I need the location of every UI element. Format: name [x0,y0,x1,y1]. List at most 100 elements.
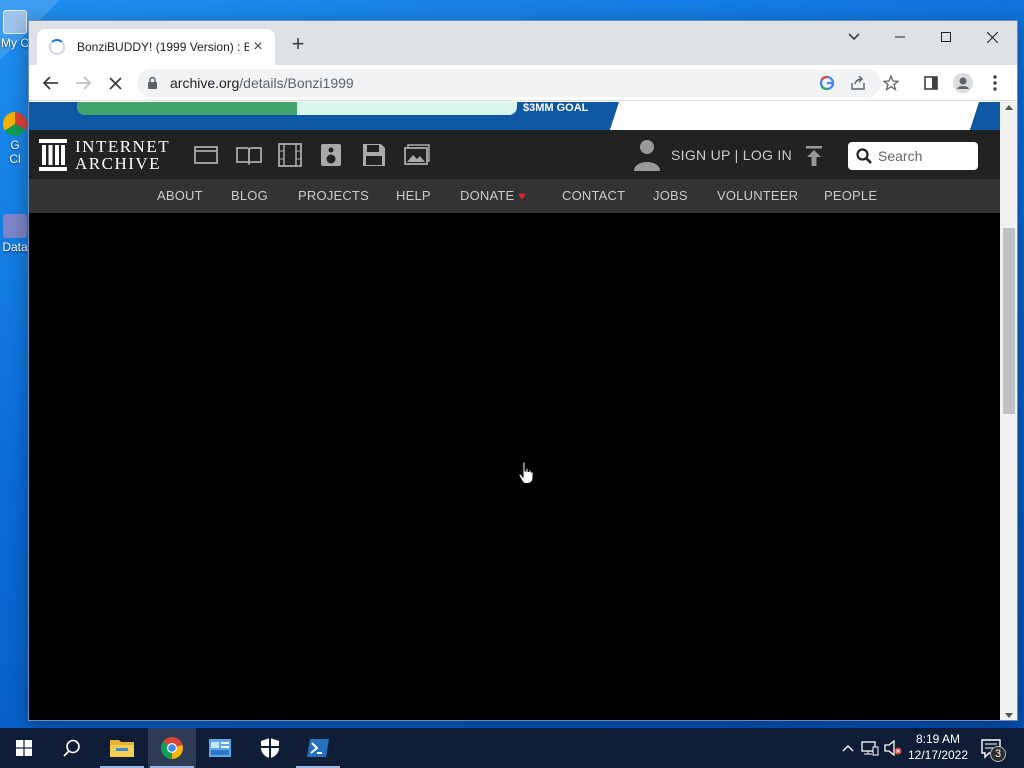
close-window-button[interactable] [969,21,1015,53]
nav-jobs[interactable]: JOBS [653,179,688,213]
profile-button[interactable] [949,69,977,97]
software-icon[interactable] [362,142,404,168]
show-hidden-icons-button[interactable] [838,744,858,752]
user-menu[interactable]: SIGN UP | LOG IN [633,139,792,171]
texts-icon[interactable] [236,142,278,168]
maximize-button[interactable] [923,21,969,53]
windows-security-icon [261,738,279,758]
tab-strip: BonziBUDDY! (1999 Version) : Bo × + [29,21,1017,65]
minimize-button[interactable] [877,21,923,53]
volume-button[interactable] [882,740,904,756]
images-icon[interactable] [404,142,446,168]
internet-archive-logo[interactable]: INTERNET ARCHIVE [39,138,170,172]
desktop-icon-chrome[interactable]: G Cl [0,112,30,166]
address-bar[interactable]: archive.org/details/Bonzi1999 [137,69,881,97]
scroll-down-arrow-icon[interactable] [1005,713,1013,718]
powershell-icon [307,739,329,757]
tab-search-button[interactable] [831,21,877,53]
theater-area[interactable] [29,213,1000,720]
share-icon[interactable] [849,74,867,92]
url-text: archive.org/details/Bonzi1999 [170,75,354,91]
new-tab-button[interactable]: + [286,33,310,57]
taskbar-search-button[interactable] [48,728,96,768]
loading-spinner-icon [49,39,65,55]
video-icon[interactable] [278,142,320,168]
sign-up-log-in-link[interactable]: SIGN UP | LOG IN [671,147,792,163]
nav-donate[interactable]: DONATE ♥ [460,179,526,213]
audio-icon[interactable] [320,142,362,168]
ia-top-nav: INTERNET ARCHIVE SIGN UP | LOG IN Search [29,130,1000,179]
search-icon [63,739,80,757]
control-panel-icon [209,739,231,757]
bookmark-star-button[interactable] [877,69,905,97]
forward-arrow-icon [76,76,91,90]
file-explorer-icon [110,740,134,757]
nav-contact[interactable]: CONTACT [562,179,625,213]
notification-center-button[interactable]: 3 [978,734,1008,764]
site-search-box[interactable] [848,142,978,170]
nav-donate-label: DONATE [460,188,515,203]
taskbar-chrome[interactable] [148,728,196,768]
nav-help[interactable]: HELP [396,179,431,213]
nav-about[interactable]: ABOUT [157,179,203,213]
scroll-up-arrow-icon[interactable] [1005,105,1013,110]
maximize-icon [941,32,951,42]
media-icons [194,142,446,168]
page-viewport: $3MM GOAL INTERNET ARCHIVE SIGN UP | LOG… [29,102,1000,720]
back-button[interactable] [37,69,65,97]
search-icon [856,148,872,164]
hand-cursor-icon [518,461,534,484]
system-clock[interactable]: 8:19 AM 12/17/2022 [904,731,972,763]
taskbar-control-panel[interactable] [196,728,244,768]
desktop-icon-label: My C [1,36,29,50]
upload-icon[interactable] [805,145,823,172]
clock-date: 12/17/2022 [907,748,969,762]
chevron-up-icon [842,745,854,752]
minimize-icon [895,36,905,38]
heart-icon: ♥ [518,189,526,203]
chrome-window: BonziBUDDY! (1999 Version) : Bo × + arch [28,20,1018,721]
chrome-menu-button[interactable] [981,69,1009,97]
side-panel-icon [924,76,938,90]
google-lens-icon[interactable] [818,74,836,92]
windows-logo-icon [16,740,32,756]
network-button[interactable] [858,740,882,756]
tab-title: BonziBUDDY! (1999 Version) : Bo [77,40,249,54]
network-icon [861,741,879,756]
nav-people[interactable]: PEOPLE [824,179,877,213]
tab-archive-bonzi[interactable]: BonziBUDDY! (1999 Version) : Bo × [37,29,275,65]
donate-banner[interactable]: $3MM GOAL [29,102,1000,130]
archive-building-icon [39,139,67,171]
browser-toolbar: archive.org/details/Bonzi1999 [29,65,1017,101]
taskbar-windows-security[interactable] [246,728,294,768]
lock-icon [148,76,157,89]
google-chrome-shortcut-icon [3,112,27,136]
logo-text: INTERNET ARCHIVE [75,137,171,173]
desktop-icon-data[interactable]: Data [0,214,30,254]
chrome-icon [161,737,183,759]
taskbar-powershell[interactable] [294,728,342,768]
side-panel-button[interactable] [917,69,945,97]
donation-progress-fill [77,102,297,115]
donation-progress-bar [77,102,517,115]
clock-time: 8:19 AM [915,732,961,746]
desktop-icon-my-computer[interactable]: My C [0,10,30,50]
banner-white-panel [609,102,979,130]
volume-muted-icon [884,740,902,756]
stop-loading-button[interactable] [101,69,129,97]
nav-blog[interactable]: BLOG [231,179,268,213]
close-tab-icon[interactable]: × [249,38,267,56]
web-icon[interactable] [194,142,236,168]
forward-button[interactable] [69,69,97,97]
taskbar-file-explorer[interactable] [98,728,146,768]
nav-projects[interactable]: PROJECTS [298,179,369,213]
my-computer-icon [3,10,27,34]
search-input[interactable] [878,148,974,164]
close-icon [986,31,998,43]
nav-volunteer[interactable]: VOLUNTEER [717,179,798,213]
scrollbar-thumb[interactable] [1003,228,1015,414]
start-button[interactable] [0,728,48,768]
user-avatar-icon [634,140,660,171]
page-scrollbar[interactable] [1000,102,1017,720]
chevron-down-icon [848,33,860,41]
